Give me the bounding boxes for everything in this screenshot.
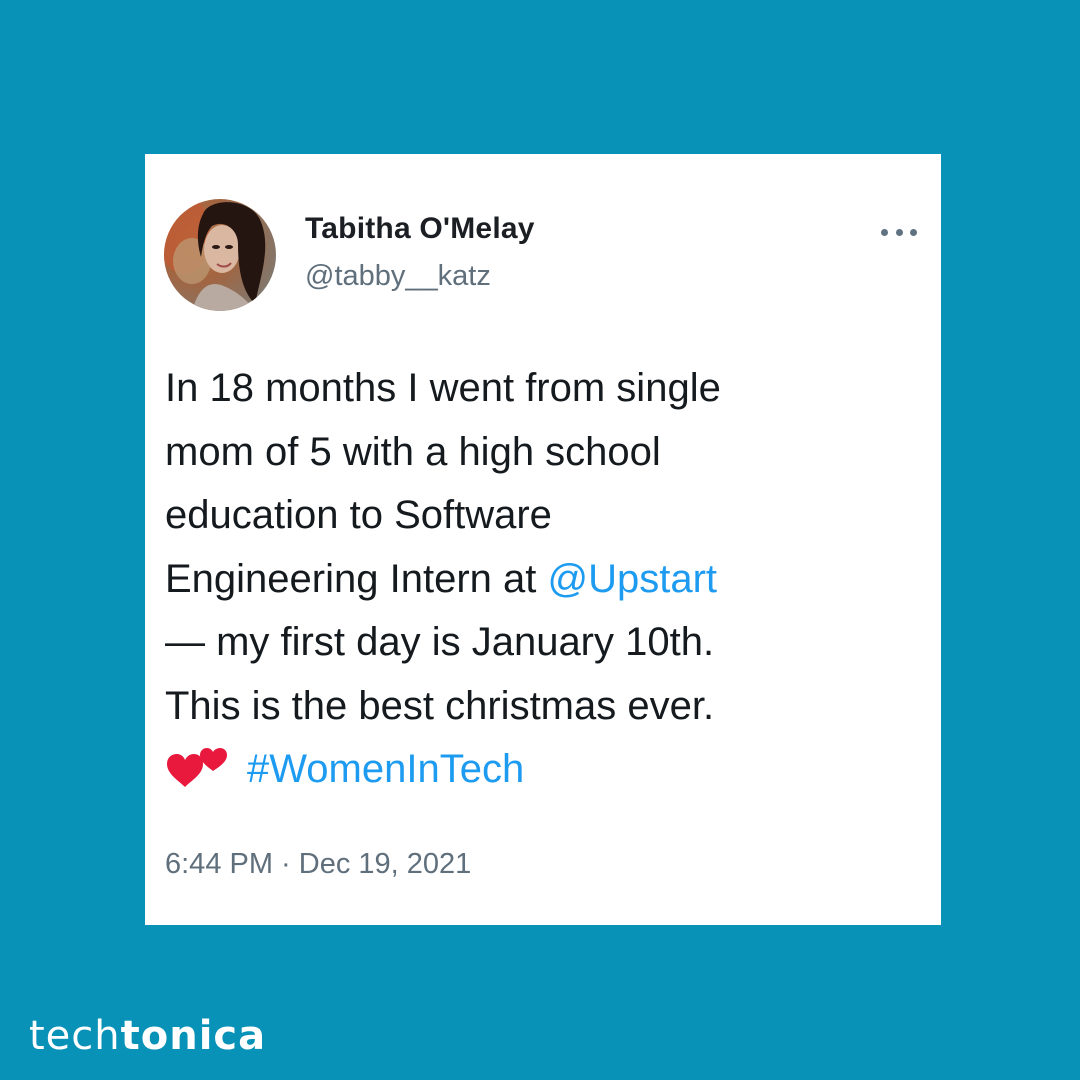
more-horizontal-icon: [881, 228, 888, 236]
more-horizontal-icon: [895, 228, 903, 236]
brand-suffix: tonica: [120, 1013, 267, 1059]
tweet-text-line: This is the best christmas ever.: [165, 683, 715, 728]
two-hearts-icon: [165, 745, 229, 809]
tweet-text-line: In 18 months I went from single: [165, 366, 721, 410]
tweet-text-line: #WomenInTech: [165, 738, 925, 802]
more-horizontal-icon: [910, 228, 917, 236]
tweet-text-line: Engineering Intern at @Upstart: [165, 548, 925, 612]
author-display-name[interactable]: Tabitha O'Melay: [305, 212, 535, 246]
avatar[interactable]: [164, 199, 276, 311]
tweet-text-line: education to Software: [165, 493, 552, 537]
avatar-image: [164, 199, 276, 311]
tweet-text-line: — my first day is January 10th.: [165, 620, 715, 664]
tweet-card: Tabitha O'Melay @tabby__katz In 18 month…: [145, 154, 941, 925]
tweet-text-line: mom of 5 with a high school: [165, 429, 661, 474]
tweet-text: In 18 months I went from single mom of 5…: [165, 357, 925, 802]
techtonica-logo: techtonica: [29, 1013, 266, 1059]
tweet-timestamp[interactable]: 6:44 PM · Dec 19, 2021: [165, 848, 471, 881]
more-options-button[interactable]: [881, 222, 917, 242]
hashtag-link[interactable]: #WomenInTech: [247, 747, 524, 791]
author-handle[interactable]: @tabby__katz: [305, 260, 491, 293]
brand-prefix: tech: [29, 1013, 121, 1059]
mention-link[interactable]: @Upstart: [547, 557, 717, 601]
tweet-text-segment: Engineering Intern at: [165, 556, 548, 601]
